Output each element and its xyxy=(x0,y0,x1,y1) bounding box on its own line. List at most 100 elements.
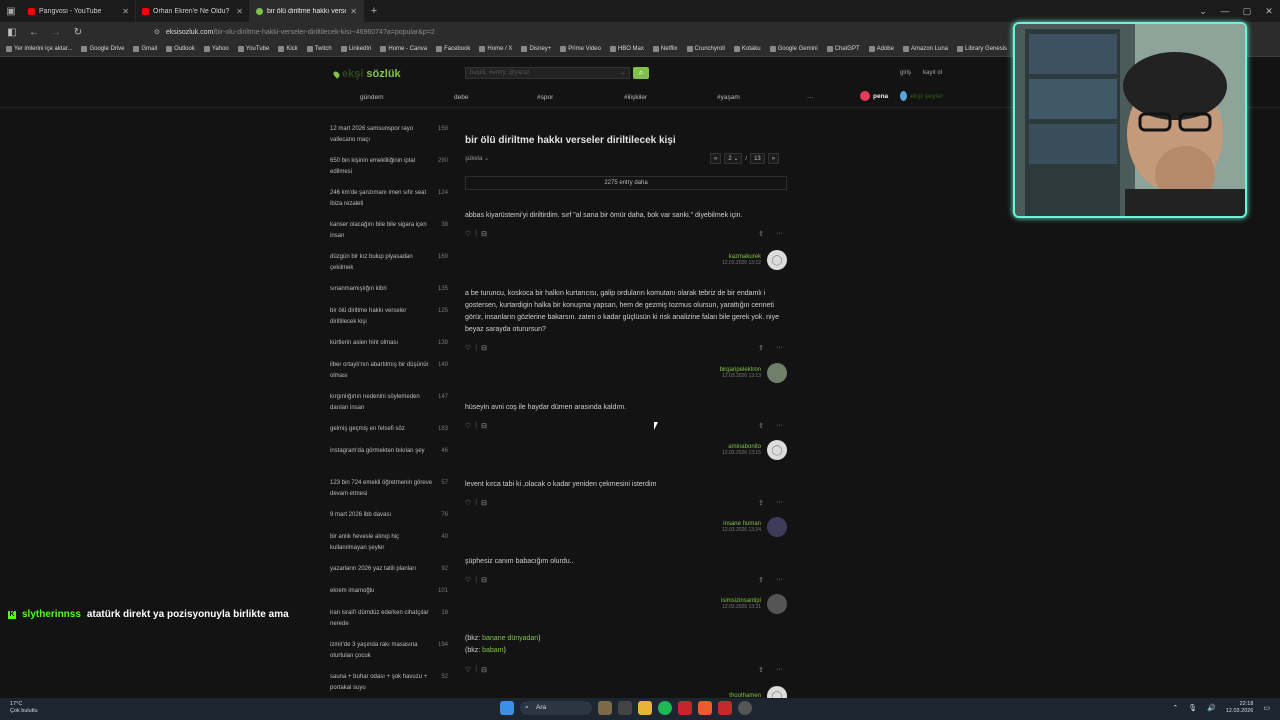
widgets-icon[interactable] xyxy=(598,701,612,715)
bookmark-item[interactable]: Home - Canva xyxy=(380,46,427,52)
share-icon[interactable]: ⇪ xyxy=(758,344,764,352)
avatar[interactable] xyxy=(767,363,787,383)
heart-icon[interactable]: ♡ xyxy=(465,422,471,430)
share-icon[interactable]: ⇪ xyxy=(758,230,764,238)
nav-gundem[interactable]: gündem xyxy=(360,94,384,101)
entry-date[interactable]: 12.03.2026 13:31 xyxy=(721,604,761,610)
sidebar-topic[interactable]: iran israil'i dümdüz ederken cihatçılar … xyxy=(330,608,448,630)
topic-title[interactable]: bir ölü diriltme hakkı verseler diriltil… xyxy=(465,135,676,146)
sidebar-topic[interactable]: sauna + buhar odası + şok havuzu + porta… xyxy=(330,672,448,694)
bookmark-item[interactable]: Facebook xyxy=(436,46,470,52)
sidebar-topic[interactable]: 9 mart 2026 ibb davası 76 xyxy=(330,510,448,521)
last-page-button[interactable]: 13 xyxy=(750,153,765,164)
close-icon[interactable]: ✕ xyxy=(122,7,129,16)
more-icon[interactable]: ··· xyxy=(776,499,783,507)
sidebar-topic[interactable]: 650 bin kişinin emekliliğinin iptal edil… xyxy=(330,156,448,178)
browser-icon[interactable] xyxy=(698,701,712,715)
notification-icon[interactable]: ▭ xyxy=(1263,704,1270,712)
back-icon[interactable]: ← xyxy=(28,27,40,38)
bookmark-item[interactable]: Amazon Luna xyxy=(902,46,948,52)
entry-date[interactable]: 12.03.2026 13:12 xyxy=(722,260,761,266)
sidebar-topic[interactable]: düzgün bir kız bulup piyasadan çekilmek 1… xyxy=(330,252,448,274)
share-icon[interactable]: ⇪ xyxy=(758,499,764,507)
sidebar-topic[interactable]: 246 km'de şanzımanı imen sıfır seat ibiz… xyxy=(330,188,448,210)
sidebar-topic[interactable]: 123 bin 724 emekli öğretmenin göreve dev… xyxy=(330,478,448,500)
more-icon[interactable]: ··· xyxy=(776,422,783,430)
heart-icon[interactable]: ♡ xyxy=(465,230,471,238)
bookmark-item[interactable]: Outlook xyxy=(166,46,195,52)
search-options-icon[interactable]: ⌄ xyxy=(620,68,625,79)
avatar[interactable] xyxy=(767,517,787,537)
entry-date[interactable]: 12.03.2026 13:24 xyxy=(722,527,761,533)
bookmark-item[interactable]: ChatGPT xyxy=(826,46,860,52)
sidebar-topic[interactable]: sınanmamışlığın kibri 135 xyxy=(330,284,448,295)
bookmark-item[interactable]: Library Genesis xyxy=(957,46,1007,52)
maximize-icon[interactable]: ▢ xyxy=(1236,0,1258,22)
page-select[interactable]: 2 ⌄ xyxy=(724,153,743,164)
spotify-icon[interactable] xyxy=(658,701,672,715)
bookmark-item[interactable]: Google Drive xyxy=(81,46,124,52)
bookmark-item[interactable]: LinkedIn xyxy=(340,46,371,52)
sidebar-toggle-icon[interactable]: ◧ xyxy=(6,27,18,38)
new-tab-button[interactable]: + xyxy=(364,5,384,17)
search-input[interactable]: başlık, #entry, @yazar ⌄ xyxy=(465,67,630,79)
mic-icon[interactable]: 🎙 xyxy=(1188,704,1197,712)
bookmark-item[interactable]: Prime Video xyxy=(560,46,601,52)
sidebar-topic[interactable]: instagram'da görmekten bıkılan şey 46 xyxy=(330,446,448,457)
dislike-icon[interactable]: ⊟ xyxy=(481,666,487,674)
task-view-icon[interactable] xyxy=(618,701,632,715)
bookmark-item[interactable]: Yahoo xyxy=(203,46,229,52)
share-icon[interactable]: ⇪ xyxy=(758,576,764,584)
bookmark-item[interactable]: Kick xyxy=(278,46,298,52)
site-logo[interactable]: ekşi sözlük xyxy=(332,68,401,80)
more-icon[interactable]: ··· xyxy=(776,576,783,584)
tab-eksisozluk[interactable]: bir ölü diriltme hakkı verseler di ✕ xyxy=(250,0,364,22)
weather-widget[interactable]: 17°C Çok bulutlu xyxy=(10,701,38,715)
sidebar-topic[interactable]: kanser olacağını bile bile sigara içen i… xyxy=(330,220,448,242)
dislike-icon[interactable]: ⊟ xyxy=(481,422,487,430)
bkz-link[interactable]: babam xyxy=(482,647,503,654)
clock[interactable]: 22:18 12.03.2026 xyxy=(1226,701,1254,715)
register-link[interactable]: kayıt ol xyxy=(923,70,942,76)
close-window-icon[interactable]: ✕ xyxy=(1258,0,1280,22)
bookmark-item[interactable]: Disney+ xyxy=(521,46,551,52)
avatar[interactable]: ◯ xyxy=(767,686,787,698)
dislike-icon[interactable]: ⊟ xyxy=(481,344,487,352)
heart-icon[interactable]: ♡ xyxy=(465,666,471,674)
dislike-icon[interactable]: ⊟ xyxy=(481,230,487,238)
nav-iliskiler[interactable]: #ilişkiler xyxy=(624,94,647,101)
dislike-icon[interactable]: ⊟ xyxy=(481,499,487,507)
tray-chevron-icon[interactable]: ⌃ xyxy=(1172,704,1178,712)
more-icon[interactable]: ··· xyxy=(776,230,783,238)
bookmark-item[interactable]: Twitch xyxy=(306,46,332,52)
bookmark-item[interactable]: HBO Max xyxy=(609,46,644,52)
share-icon[interactable]: ⇪ xyxy=(758,666,764,674)
more-entries-button[interactable]: 2275 entry daha xyxy=(465,176,787,190)
forward-icon[interactable]: → xyxy=(50,27,62,38)
next-page-button[interactable]: » xyxy=(767,153,780,164)
nav-more[interactable]: ··· xyxy=(807,94,814,101)
tab-youtube[interactable]: Pangvosi - YouTube ✕ xyxy=(22,0,136,22)
taskbar-search[interactable]: Ara xyxy=(520,701,592,715)
minimize-icon[interactable]: — xyxy=(1214,0,1236,22)
tab-search-icon[interactable]: ⌄ xyxy=(1192,0,1214,22)
bookmark-item[interactable]: Gmail xyxy=(133,46,157,52)
sidebar-topic[interactable]: kırgınlığının nedenini söylemeden darıla… xyxy=(330,392,448,414)
bookmark-item[interactable]: Google Gemini xyxy=(769,46,818,52)
nav-spor[interactable]: #spor xyxy=(537,94,553,101)
sidebar-topic[interactable]: yazarların 2026 yaz tatili planları 92 xyxy=(330,564,448,575)
tab-actions-icon[interactable]: ▣ xyxy=(0,0,22,22)
login-link[interactable]: giriş xyxy=(900,70,911,76)
app-w-icon[interactable] xyxy=(678,701,692,715)
sidebar-topic[interactable]: bir anlık hevesle alınıp hiç kullanılmay… xyxy=(330,532,448,554)
sort-dropdown[interactable]: şükela ⌄ xyxy=(465,155,489,162)
bookmark-item[interactable]: Crunchyroll xyxy=(686,46,725,52)
tab-youtube-2[interactable]: Orhan Ekren'e Ne Oldu? İngilte ✕ xyxy=(136,0,250,22)
dislike-icon[interactable]: ⊟ xyxy=(481,576,487,584)
bkz-link[interactable]: banane dünyadan xyxy=(482,635,538,642)
close-icon[interactable]: ✕ xyxy=(350,7,357,16)
more-icon[interactable]: ··· xyxy=(776,666,783,674)
entry-date[interactable]: 12.03.2026 13:13 xyxy=(720,373,761,379)
obs-icon[interactable] xyxy=(738,701,752,715)
nav-yasam[interactable]: #yaşam xyxy=(717,94,740,101)
